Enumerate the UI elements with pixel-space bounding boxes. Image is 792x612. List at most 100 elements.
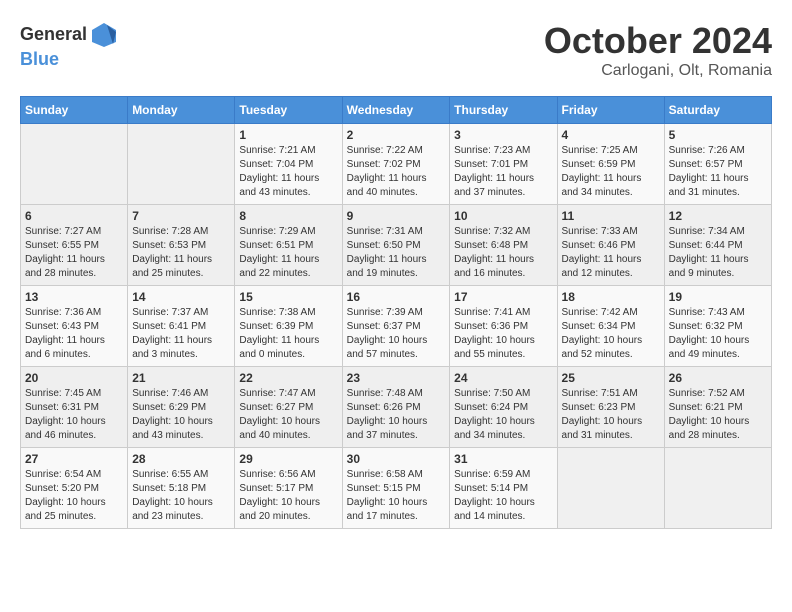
day-number: 29 (239, 452, 337, 466)
calendar-cell: 10 Sunrise: 7:32 AMSunset: 6:48 PMDayligh… (450, 205, 557, 286)
calendar-week-2: 6Sunrise: 7:27 AMSunset: 6:55 PMDaylight… (21, 205, 772, 286)
day-number: 26 (669, 371, 767, 385)
month-title: October 2024 (544, 20, 772, 62)
calendar-cell: 27 Sunrise: 6:54 AMSunset: 5:20 PMDayligh… (21, 448, 128, 529)
calendar-cell (21, 124, 128, 205)
day-number: 25 (562, 371, 660, 385)
day-detail: Sunrise: 7:45 AMSunset: 6:31 PMDaylight:… (25, 387, 123, 443)
location-title: Carlogani, Olt, Romania (544, 62, 772, 80)
day-number: 18 (562, 290, 660, 304)
calendar-cell (128, 124, 235, 205)
day-number: 23 (347, 371, 446, 385)
day-detail: Sunrise: 7:36 AMSunset: 6:43 PMDaylight:… (25, 306, 123, 362)
day-detail: Sunrise: 6:59 AMSunset: 5:14 PMDaylight:… (454, 468, 552, 524)
day-detail: Sunrise: 7:42 AMSunset: 6:34 PMDaylight:… (562, 306, 660, 362)
day-number: 14 (132, 290, 230, 304)
day-number: 31 (454, 452, 552, 466)
day-detail: Sunrise: 7:38 AMSunset: 6:39 PMDaylight:… (239, 306, 337, 362)
calendar-cell: 2 Sunrise: 7:22 AMSunset: 7:02 PMDaylight… (342, 124, 450, 205)
title-block: October 2024 Carlogani, Olt, Romania (544, 20, 772, 80)
calendar-cell: 5 Sunrise: 7:26 AMSunset: 6:57 PMDaylight… (664, 124, 771, 205)
day-number: 4 (562, 128, 660, 142)
day-number: 15 (239, 290, 337, 304)
day-detail: Sunrise: 7:29 AMSunset: 6:51 PMDaylight:… (239, 225, 337, 281)
day-detail: Sunrise: 7:25 AMSunset: 6:59 PMDaylight:… (562, 144, 660, 200)
weekday-header-sunday: Sunday (21, 97, 128, 124)
day-detail: Sunrise: 7:37 AMSunset: 6:41 PMDaylight:… (132, 306, 230, 362)
calendar-cell: 25 Sunrise: 7:51 AMSunset: 6:23 PMDayligh… (557, 367, 664, 448)
calendar-cell: 14 Sunrise: 7:37 AMSunset: 6:41 PMDayligh… (128, 286, 235, 367)
calendar-table: SundayMondayTuesdayWednesdayThursdayFrid… (20, 96, 772, 529)
day-number: 12 (669, 209, 767, 223)
logo: General Blue (20, 20, 119, 70)
day-detail: Sunrise: 7:22 AMSunset: 7:02 PMDaylight:… (347, 144, 446, 200)
day-number: 21 (132, 371, 230, 385)
day-detail: Sunrise: 7:32 AMSunset: 6:48 PMDaylight:… (454, 225, 552, 281)
calendar-cell: 28Sunrise: 6:55 AMSunset: 5:18 PMDayligh… (128, 448, 235, 529)
calendar-cell: 9Sunrise: 7:31 AMSunset: 6:50 PMDaylight… (342, 205, 450, 286)
calendar-cell: 3 Sunrise: 7:23 AMSunset: 7:01 PMDaylight… (450, 124, 557, 205)
calendar-cell: 15 Sunrise: 7:38 AMSunset: 6:39 PMDayligh… (235, 286, 342, 367)
calendar-cell: 6Sunrise: 7:27 AMSunset: 6:55 PMDaylight… (21, 205, 128, 286)
day-detail: Sunrise: 7:21 AMSunset: 7:04 PMDaylight:… (239, 144, 337, 200)
calendar-cell: 23Sunrise: 7:48 AMSunset: 6:26 PMDayligh… (342, 367, 450, 448)
weekday-header-tuesday: Tuesday (235, 97, 342, 124)
calendar-cell: 4 Sunrise: 7:25 AMSunset: 6:59 PMDaylight… (557, 124, 664, 205)
day-number: 2 (347, 128, 446, 142)
weekday-header-thursday: Thursday (450, 97, 557, 124)
day-number: 5 (669, 128, 767, 142)
day-number: 20 (25, 371, 123, 385)
calendar-header-row: SundayMondayTuesdayWednesdayThursdayFrid… (21, 97, 772, 124)
day-number: 3 (454, 128, 552, 142)
calendar-cell: 8 Sunrise: 7:29 AMSunset: 6:51 PMDaylight… (235, 205, 342, 286)
logo-blue-text: Blue (20, 50, 119, 70)
day-number: 17 (454, 290, 552, 304)
weekday-header-friday: Friday (557, 97, 664, 124)
calendar-cell: 22 Sunrise: 7:47 AMSunset: 6:27 PMDayligh… (235, 367, 342, 448)
logo-general-text: General (20, 25, 87, 45)
calendar-cell: 31 Sunrise: 6:59 AMSunset: 5:14 PMDayligh… (450, 448, 557, 529)
calendar-cell: 16Sunrise: 7:39 AMSunset: 6:37 PMDayligh… (342, 286, 450, 367)
day-number: 19 (669, 290, 767, 304)
day-number: 7 (132, 209, 230, 223)
day-detail: Sunrise: 7:43 AMSunset: 6:32 PMDaylight:… (669, 306, 767, 362)
calendar-week-3: 13 Sunrise: 7:36 AMSunset: 6:43 PMDayligh… (21, 286, 772, 367)
day-detail: Sunrise: 7:46 AMSunset: 6:29 PMDaylight:… (132, 387, 230, 443)
calendar-week-1: 1 Sunrise: 7:21 AMSunset: 7:04 PMDaylight… (21, 124, 772, 205)
day-detail: Sunrise: 7:51 AMSunset: 6:23 PMDaylight:… (562, 387, 660, 443)
day-detail: Sunrise: 6:54 AMSunset: 5:20 PMDaylight:… (25, 468, 123, 524)
day-number: 13 (25, 290, 123, 304)
calendar-cell: 20 Sunrise: 7:45 AMSunset: 6:31 PMDayligh… (21, 367, 128, 448)
day-number: 27 (25, 452, 123, 466)
logo-icon (89, 20, 119, 50)
day-detail: Sunrise: 6:58 AMSunset: 5:15 PMDaylight:… (347, 468, 446, 524)
day-number: 24 (454, 371, 552, 385)
weekday-header-monday: Monday (128, 97, 235, 124)
calendar-cell (557, 448, 664, 529)
day-number: 30 (347, 452, 446, 466)
calendar-cell: 19 Sunrise: 7:43 AMSunset: 6:32 PMDayligh… (664, 286, 771, 367)
calendar-cell: 12 Sunrise: 7:34 AMSunset: 6:44 PMDayligh… (664, 205, 771, 286)
calendar-week-5: 27 Sunrise: 6:54 AMSunset: 5:20 PMDayligh… (21, 448, 772, 529)
day-number: 22 (239, 371, 337, 385)
calendar-cell: 11 Sunrise: 7:33 AMSunset: 6:46 PMDayligh… (557, 205, 664, 286)
calendar-cell: 17 Sunrise: 7:41 AMSunset: 6:36 PMDayligh… (450, 286, 557, 367)
calendar-cell: 30 Sunrise: 6:58 AMSunset: 5:15 PMDayligh… (342, 448, 450, 529)
day-detail: Sunrise: 7:33 AMSunset: 6:46 PMDaylight:… (562, 225, 660, 281)
day-number: 28 (132, 452, 230, 466)
day-number: 10 (454, 209, 552, 223)
day-detail: Sunrise: 6:56 AMSunset: 5:17 PMDaylight:… (239, 468, 337, 524)
calendar-week-4: 20 Sunrise: 7:45 AMSunset: 6:31 PMDayligh… (21, 367, 772, 448)
day-detail: Sunrise: 7:41 AMSunset: 6:36 PMDaylight:… (454, 306, 552, 362)
day-detail: Sunrise: 7:47 AMSunset: 6:27 PMDaylight:… (239, 387, 337, 443)
day-number: 8 (239, 209, 337, 223)
day-detail: Sunrise: 7:50 AMSunset: 6:24 PMDaylight:… (454, 387, 552, 443)
calendar-cell: 7Sunrise: 7:28 AMSunset: 6:53 PMDaylight… (128, 205, 235, 286)
day-detail: Sunrise: 7:52 AMSunset: 6:21 PMDaylight:… (669, 387, 767, 443)
day-detail: Sunrise: 7:26 AMSunset: 6:57 PMDaylight:… (669, 144, 767, 200)
day-detail: Sunrise: 7:34 AMSunset: 6:44 PMDaylight:… (669, 225, 767, 281)
page-header: General Blue October 2024 Carlogani, Olt… (20, 20, 772, 80)
day-number: 11 (562, 209, 660, 223)
day-detail: Sunrise: 7:23 AMSunset: 7:01 PMDaylight:… (454, 144, 552, 200)
day-number: 1 (239, 128, 337, 142)
